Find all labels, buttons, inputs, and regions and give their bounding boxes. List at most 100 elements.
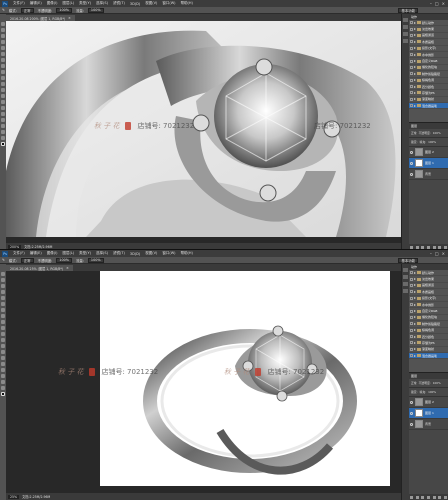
visibility-eye-icon[interactable]	[410, 400, 413, 404]
expand-triangle-icon[interactable]	[414, 72, 416, 75]
menu-layer[interactable]: 图层(L)	[62, 1, 74, 6]
close-tab-icon[interactable]: ×	[66, 266, 69, 270]
foreground-color-swatch[interactable]	[1, 142, 5, 146]
menu-file[interactable]: 文件(F)	[13, 251, 25, 256]
layer-opacity-value[interactable]: 100%	[433, 131, 441, 135]
clone-stamp-tool-icon[interactable]	[1, 320, 5, 324]
layer-row[interactable]: 背景	[409, 169, 448, 180]
dodge-tool-icon[interactable]	[1, 350, 5, 354]
layer-row[interactable]: 背景	[409, 419, 448, 430]
toggle-checkbox[interactable]	[410, 91, 413, 95]
visibility-eye-icon[interactable]	[410, 161, 413, 165]
menu-3d[interactable]: 3D(D)	[130, 2, 140, 6]
healing-tool-icon[interactable]	[1, 308, 5, 312]
toggle-checkbox[interactable]	[410, 303, 413, 307]
expand-triangle-icon[interactable]	[414, 354, 416, 357]
quick-select-tool-icon[interactable]	[1, 40, 5, 44]
gradient-tool-icon[interactable]	[1, 88, 5, 92]
move-tool-icon[interactable]	[1, 22, 5, 26]
close-window-button[interactable]: ×	[442, 1, 445, 6]
menu-edit[interactable]: 编辑(E)	[30, 1, 42, 6]
toggle-checkbox[interactable]	[410, 59, 413, 63]
swatches-panel-icon[interactable]	[403, 282, 408, 286]
maximize-button[interactable]: □	[435, 251, 439, 256]
expand-triangle-icon[interactable]	[414, 98, 416, 101]
opacity-field[interactable]: 100%	[56, 257, 72, 263]
link-icon[interactable]	[410, 495, 414, 499]
layer-row[interactable]: 图层 2	[409, 147, 448, 158]
expand-triangle-icon[interactable]	[414, 40, 416, 43]
expand-triangle-icon[interactable]	[414, 322, 416, 325]
toggle-checkbox[interactable]	[410, 33, 413, 37]
opacity-field[interactable]: 100%	[56, 7, 72, 13]
eyedropper-tool-icon[interactable]	[1, 52, 5, 56]
menu-filter[interactable]: 滤镜(T)	[113, 1, 125, 6]
menu-help[interactable]: 帮助(H)	[181, 251, 193, 256]
expand-triangle-icon[interactable]	[414, 79, 416, 82]
toggle-checkbox[interactable]	[410, 271, 413, 275]
expand-triangle-icon[interactable]	[414, 34, 416, 37]
mode-select[interactable]: 正常	[20, 257, 34, 263]
eyedropper-tool-icon[interactable]	[1, 302, 5, 306]
expand-triangle-icon[interactable]	[414, 310, 416, 313]
expand-triangle-icon[interactable]	[414, 53, 416, 56]
history-panel-icon[interactable]	[403, 18, 408, 22]
shape-tool-icon[interactable]	[1, 374, 5, 378]
menu-help[interactable]: 帮助(H)	[181, 1, 193, 6]
menu-type[interactable]: 类型(Y)	[79, 251, 91, 256]
visibility-eye-icon[interactable]	[410, 422, 413, 426]
new-layer-icon[interactable]	[438, 495, 442, 499]
menu-edit[interactable]: 编辑(E)	[30, 251, 42, 256]
menu-layer[interactable]: 图层(L)	[62, 251, 74, 256]
blend-mode-select[interactable]: 正常	[411, 381, 417, 385]
toggle-checkbox[interactable]	[410, 283, 413, 287]
expand-triangle-icon[interactable]	[414, 303, 416, 306]
action-item-selected[interactable]: 混合器画笔	[409, 103, 448, 110]
fx-icon[interactable]	[415, 495, 419, 499]
history-panel-icon[interactable]	[403, 268, 408, 272]
toggle-checkbox[interactable]	[410, 53, 413, 57]
path-select-tool-icon[interactable]	[1, 368, 5, 372]
hand-tool-icon[interactable]	[1, 380, 5, 384]
fill-value[interactable]: 100%	[428, 390, 436, 394]
toggle-checkbox[interactable]	[410, 78, 413, 82]
trash-icon[interactable]	[443, 495, 447, 499]
marquee-tool-icon[interactable]	[1, 278, 5, 282]
expand-triangle-icon[interactable]	[414, 60, 416, 63]
toggle-checkbox[interactable]	[410, 335, 413, 339]
expand-triangle-icon[interactable]	[414, 66, 416, 69]
properties-panel-icon[interactable]	[403, 25, 408, 29]
expand-triangle-icon[interactable]	[414, 28, 416, 31]
quick-select-tool-icon[interactable]	[1, 290, 5, 294]
expand-triangle-icon[interactable]	[414, 91, 416, 94]
workspace-select[interactable]: 基本功能	[398, 257, 418, 263]
brush-panel-icon[interactable]	[403, 39, 408, 43]
marquee-tool-icon[interactable]	[1, 28, 5, 32]
toggle-checkbox[interactable]	[410, 315, 413, 319]
expand-triangle-icon[interactable]	[414, 335, 416, 338]
toggle-checkbox[interactable]	[410, 354, 413, 358]
toggle-checkbox[interactable]	[410, 277, 413, 281]
eraser-tool-icon[interactable]	[1, 332, 5, 336]
crop-tool-icon[interactable]	[1, 296, 5, 300]
toggle-checkbox[interactable]	[410, 328, 413, 332]
fill-value[interactable]: 100%	[428, 140, 436, 144]
visibility-eye-icon[interactable]	[410, 172, 413, 176]
toggle-checkbox[interactable]	[410, 97, 413, 101]
menu-image[interactable]: 图像(I)	[47, 1, 58, 6]
type-tool-icon[interactable]	[1, 112, 5, 116]
hand-tool-icon[interactable]	[1, 130, 5, 134]
close-window-button[interactable]: ×	[442, 251, 445, 256]
brush-tool-icon[interactable]	[1, 314, 5, 318]
expand-triangle-icon[interactable]	[414, 316, 416, 319]
toggle-checkbox[interactable]	[410, 27, 413, 31]
type-tool-icon[interactable]	[1, 362, 5, 366]
brush-panel-icon[interactable]	[403, 289, 408, 293]
toggle-checkbox[interactable]	[410, 85, 413, 89]
close-tab-icon[interactable]: ×	[68, 16, 71, 20]
zoom-level[interactable]: 200%	[8, 244, 22, 249]
minimize-button[interactable]: –	[430, 1, 432, 6]
mode-select[interactable]: 正常	[20, 7, 34, 13]
group-icon[interactable]	[432, 495, 436, 499]
history-brush-tool-icon[interactable]	[1, 76, 5, 80]
